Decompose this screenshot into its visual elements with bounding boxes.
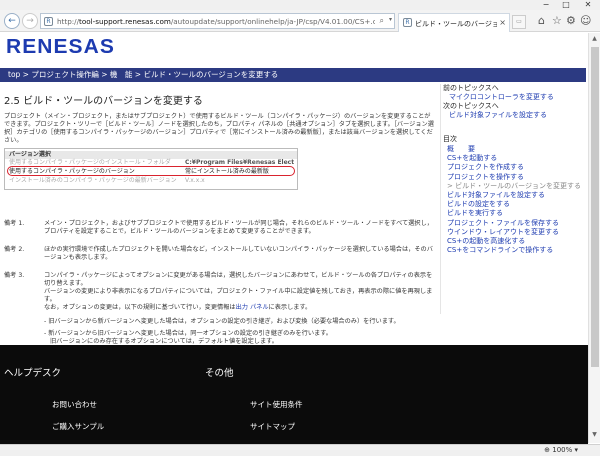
chevron-down-icon[interactable]: ▾	[389, 16, 392, 23]
toc-item[interactable]: 概 要	[447, 145, 586, 154]
url-domain: tool-support.renesas.com	[79, 17, 171, 26]
bullet-item: - 旧バージョンから新バージョンへ変更した場合は，オプションの設定の引き継ぎ，お…	[44, 318, 400, 325]
grid-row: インストール済みのコンパイラ・パッケージの最新バージョン V.x.x.x	[5, 177, 297, 185]
new-tab-button[interactable]: ▭	[512, 15, 526, 29]
note-1: 備考 1. メイン・プロジェクト，およびサブプロジェクトで使用するビルド・ツール…	[4, 220, 434, 236]
browser-toolbar: ← → R http://tool-support.renesas.com/au…	[0, 10, 600, 32]
note-text: バージョンの変更により非表示になるプロパティについては，プロジェクト・ファイル中…	[44, 288, 433, 303]
toc-item-current: > ビルド・ツールのバージョンを変更する	[447, 181, 581, 190]
note-text: ほかの実行環境で作成したプロジェクトを開いた場合など，インストールしていないコン…	[44, 246, 433, 261]
footer-other-heading: その他	[205, 368, 234, 379]
intro-paragraph: プロジェクト（メイン・プロジェクト，またはサブプロジェクト）で使用するビルド・ツ…	[4, 113, 434, 144]
note-text-part: に表示します。	[268, 304, 312, 311]
browser-tab[interactable]: R ビルド・ツールのバージョン... ×	[398, 13, 510, 32]
toc-item[interactable]: ウインドウ・レイアウトを変更する	[447, 228, 586, 237]
restore-button[interactable]: □	[556, 0, 576, 10]
next-topic-label: 次のトピックスへ	[443, 102, 499, 110]
grid-row3-value: V.x.x.x	[185, 177, 205, 184]
toc-item[interactable]: プロジェクトを作成する	[447, 163, 586, 172]
site-footer: ヘルプデスク その他 お問い合わせ ご購入サンプル サイト使用条件 サイトマップ	[0, 345, 588, 444]
browser-status-bar: ⊕ 100% ▾	[0, 444, 600, 456]
tab-close-icon[interactable]: ×	[499, 18, 506, 27]
settings-gear-icon[interactable]: ⚙	[566, 14, 576, 27]
favorites-star-icon[interactable]: ☆	[552, 14, 562, 27]
note-label: 備考 1.	[4, 220, 25, 227]
renesas-logo[interactable]: RENESAS	[6, 36, 121, 62]
prev-topic-label: 前のトピックスへ	[443, 84, 499, 92]
prev-topic-link[interactable]: マイクロコントローラを変更する	[441, 93, 586, 102]
note-text: コンパイラ・パッケージによってオプションに変更がある場合は，選択したバージョンに…	[44, 272, 433, 287]
address-bar[interactable]: R http://tool-support.renesas.com/autoup…	[40, 13, 395, 29]
toc-item[interactable]: CS+をコマンドラインで操作する	[447, 246, 586, 255]
search-icon[interactable]: ⌕	[380, 16, 384, 26]
toc-list: 概 要 CS+を起動する プロジェクトを作成する プロジェクトを操作する > ビ…	[441, 145, 586, 255]
toc-item[interactable]: CS+の起動を高速化する	[447, 237, 586, 246]
tab-title: ビルド・ツールのバージョン...	[415, 20, 497, 28]
note-2: 備考 2. ほかの実行環境で作成したプロジェクトを開いた場合など，インストールし…	[4, 246, 434, 262]
footer-helpdesk-heading: ヘルプデスク	[4, 368, 62, 379]
minimize-button[interactable]: −	[536, 0, 556, 10]
tab-favicon-icon: R	[403, 18, 412, 27]
note-label: 備考 2.	[4, 246, 25, 253]
grid-category-header: バージョン選択	[5, 151, 297, 159]
note-body: コンパイラ・パッケージによってオプションに変更がある場合は，選択したバージョンに…	[44, 272, 434, 346]
toc-item[interactable]: ビルド対象ファイルを設定する	[447, 191, 586, 200]
grid-header-label: バージョン選択	[9, 151, 51, 158]
breadcrumb[interactable]: top > プロジェクト操作編 > 機 能 > ビルド・ツールのバージョンを変更…	[0, 68, 586, 82]
toc-item[interactable]: プロジェクトを操作する	[447, 173, 586, 182]
forward-button[interactable]: →	[22, 13, 38, 29]
url-path: /autoupdate/support/onlinehelp/ja-JP/csp…	[170, 17, 375, 26]
vertical-scrollbar[interactable]: ▲ ▼	[588, 33, 600, 443]
note-text: メイン・プロジェクト，およびサブプロジェクトで使用するビルド・ツールが同じ場合，…	[44, 220, 433, 235]
site-favicon-icon: R	[44, 17, 53, 26]
window-title-bar: − □ ✕	[0, 0, 600, 10]
zoom-level[interactable]: ⊕ 100% ▾	[544, 446, 578, 454]
next-topic-link[interactable]: ビルド対象ファイルを設定する	[441, 111, 586, 120]
bullet-item: - 新バージョンから旧バージョンへ変更した場合は，同一オプションの設定の引き継ぎ…	[44, 330, 332, 337]
scroll-up-icon[interactable]: ▲	[589, 35, 600, 45]
property-grid-figure: バージョン選択 使用するコンパイラ・パッケージのインストール・フォルダ C:¥P…	[4, 148, 298, 190]
url-text[interactable]: http://tool-support.renesas.com/autoupda…	[57, 17, 375, 26]
topic-sidebar: 前のトピックスへ マイクロコントローラを変更する 次のトピックスへ ビルド対象フ…	[440, 84, 586, 314]
scroll-down-icon[interactable]: ▼	[589, 431, 600, 441]
back-button[interactable]: ←	[4, 13, 20, 29]
scrollbar-thumb[interactable]	[591, 47, 599, 367]
footer-contact-link[interactable]: お問い合わせ	[52, 399, 97, 410]
note-text: なお，オプションの変更は，以下の規則に基づいて行い，変更情報は出力 パネルに表示…	[44, 304, 434, 312]
toc-title: 目次	[443, 135, 457, 143]
notes-section: 備考 1. メイン・プロジェクト，およびサブプロジェクトで使用するビルド・ツール…	[4, 220, 434, 356]
url-prefix: http://	[57, 17, 80, 26]
note-3: 備考 3. コンパイラ・パッケージによってオプションに変更がある場合は，選択した…	[4, 272, 434, 346]
main-content: 2.5 ビルド・ツールのバージョンを変更する プロジェクト（メイン・プロジェクト…	[4, 92, 434, 345]
page-title: 2.5 ビルド・ツールのバージョンを変更する	[4, 96, 203, 107]
highlight-ellipse	[7, 166, 295, 176]
zoom-value: 100%	[552, 446, 573, 454]
footer-terms-link[interactable]: サイト使用条件	[250, 399, 303, 410]
note-text-part: なお，オプションの変更は，以下の規則に基づいて行い，変更情報は	[44, 304, 236, 311]
toc-item[interactable]: ビルドを実行する	[447, 209, 586, 218]
home-icon[interactable]: ⌂	[538, 14, 545, 27]
note-label: 備考 3.	[4, 272, 25, 279]
output-panel-link[interactable]: 出力 パネル	[236, 304, 269, 311]
feedback-smiley-icon[interactable]: ☺	[580, 14, 591, 27]
toc-item[interactable]: プロジェクト・ファイルを保存する	[447, 219, 586, 228]
footer-sitemap-link[interactable]: サイトマップ	[250, 421, 295, 432]
grid-row3-name: インストール済みのコンパイラ・パッケージの最新バージョン	[9, 177, 177, 184]
close-window-button[interactable]: ✕	[578, 0, 598, 10]
footer-purchase-link[interactable]: ご購入サンプル	[52, 421, 104, 432]
